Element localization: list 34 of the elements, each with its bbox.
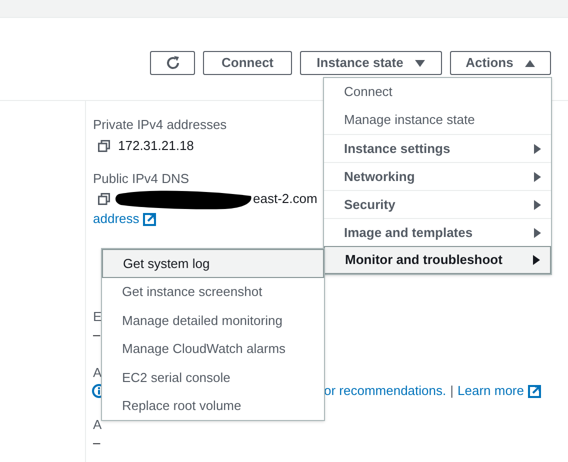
field-label: Private IPv4 addresses [93, 116, 227, 134]
menu-item[interactable]: Get instance screenshot [102, 278, 324, 306]
menu-item[interactable]: Networking [324, 162, 551, 190]
menu-item[interactable]: Instance settings [324, 134, 551, 162]
copy-icon [98, 193, 110, 205]
external-link-icon [143, 212, 156, 226]
menu-item[interactable]: Manage detailed monitoring [102, 306, 324, 334]
info-text: or recommendations. [324, 382, 446, 400]
field-label: A [93, 364, 102, 381]
field-value: east-2.com [253, 190, 318, 208]
menu-item[interactable]: Monitor and troubleshoot [324, 246, 551, 274]
connect-button[interactable]: Connect [203, 51, 292, 75]
learn-more-link[interactable]: Learn more [458, 381, 524, 401]
menu-item[interactable]: Replace root volume [102, 392, 324, 420]
menu-item[interactable]: Security [324, 190, 551, 218]
field-value: – [93, 434, 100, 451]
menu-item[interactable]: Connect [324, 78, 551, 106]
field-label: E [93, 308, 102, 325]
address-link[interactable]: address [93, 209, 140, 229]
field-value: – [93, 326, 100, 343]
refresh-icon [164, 55, 180, 71]
menu-item[interactable]: EC2 serial console [102, 363, 324, 392]
refresh-button[interactable] [150, 51, 195, 75]
field-value: 172.31.21.18 [118, 137, 194, 156]
external-link-icon [528, 384, 541, 398]
separator: | [450, 382, 454, 400]
field-label: Public IPv4 DNS [93, 170, 190, 188]
menu-item[interactable]: Manage instance state [324, 106, 551, 134]
copy-icon [98, 140, 110, 152]
field-label: A [93, 416, 102, 433]
menu-item[interactable]: Get system log [102, 249, 324, 278]
menu-item[interactable]: Manage CloudWatch alarms [102, 334, 324, 363]
dropdown-button[interactable]: Actions [450, 51, 551, 75]
dropdown-button[interactable]: Instance state [300, 51, 442, 75]
